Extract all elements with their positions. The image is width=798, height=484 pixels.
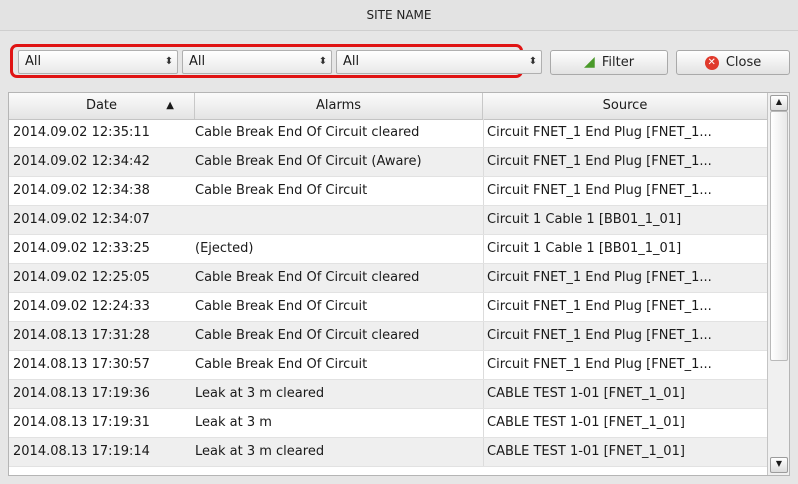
cell-alarm [195,206,481,234]
filter-select-1[interactable]: All ⬍ [18,50,178,74]
window-title: SITE NAME [0,0,798,31]
table-row[interactable]: 2014.09.02 12:24:33 Cable Break End Of C… [9,293,767,322]
column-header-date-label: Date [85,98,118,113]
cell-date: 2014.09.02 12:34:38 [13,183,150,198]
table-row[interactable]: 2014.09.02 12:33:25 (Ejected) Circuit 1 … [9,235,767,264]
cell-date: 2014.08.13 17:31:28 [13,328,150,343]
table-header: Date ▲ Alarms Source [9,93,767,120]
filter-select-1-value: All [25,54,42,69]
cell-alarm: Cable Break End Of Circuit [195,183,368,198]
cell-date: 2014.09.02 12:33:25 [13,241,150,256]
cell-source: Circuit FNET_1 End Plug [FNET_1... [483,351,765,379]
close-circle-icon: ✕ [704,55,719,70]
alarm-table: Date ▲ Alarms Source 2014.09.02 12:35:11… [8,92,790,476]
table-row[interactable]: 2014.08.13 17:19:36 Leak at 3 m cleared … [9,380,767,409]
sort-ascending-icon: ▲ [166,100,174,111]
cell-source: Circuit FNET_1 End Plug [FNET_1... [483,177,765,205]
updown-arrows-icon: ⬍ [318,56,328,67]
cell-alarm: Leak at 3 m [195,415,272,430]
filter-button-label: Filter [601,55,635,70]
scroll-up-icon[interactable]: ▲ [770,95,788,111]
cell-alarm: Leak at 3 m cleared [195,444,325,459]
cell-alarm: Cable Break End Of Circuit cleared [195,328,420,343]
cell-source: CABLE TEST 1-01 [FNET_1_01] [483,438,765,466]
cell-date: 2014.09.02 12:25:05 [13,270,150,285]
cell-source: Circuit 1 Cable 1 [BB01_1_01] [483,235,765,263]
cell-alarm: Cable Break End Of Circuit [195,299,368,314]
cell-source: Circuit FNET_1 End Plug [FNET_1... [483,148,765,176]
vertical-scrollbar[interactable]: ▲ ▼ [767,93,789,475]
cell-alarm: Leak at 3 m cleared [195,386,325,401]
filter-select-2-value: All [189,54,206,69]
cell-alarm: Cable Break End Of Circuit cleared [195,125,420,140]
cell-source: Circuit FNET_1 End Plug [FNET_1... [483,322,765,350]
filter-select-3[interactable]: All ⬍ [336,50,542,74]
filter-toolbar: All ⬍ All ⬍ All ⬍ ◢ Filter ✕ Close [0,38,798,84]
cell-date: 2014.08.13 17:19:14 [13,444,150,459]
column-header-alarms-label: Alarms [315,98,362,113]
close-button[interactable]: ✕ Close [676,50,790,75]
column-header-date[interactable]: Date ▲ [9,93,195,119]
column-header-alarms[interactable]: Alarms [195,93,483,119]
cell-alarm: Cable Break End Of Circuit [195,357,368,372]
table-body: 2014.09.02 12:35:11 Cable Break End Of C… [9,119,767,467]
table-row[interactable]: 2014.09.02 12:34:38 Cable Break End Of C… [9,177,767,206]
filter-select-2[interactable]: All ⬍ [182,50,332,74]
table-row[interactable]: 2014.09.02 12:25:05 Cable Break End Of C… [9,264,767,293]
cell-date: 2014.09.02 12:34:42 [13,154,150,169]
table-row[interactable]: 2014.09.02 12:35:11 Cable Break End Of C… [9,119,767,148]
cell-source: Circuit FNET_1 End Plug [FNET_1... [483,293,765,321]
cell-date: 2014.08.13 17:19:31 [13,415,150,430]
close-button-label: Close [725,55,762,70]
filter-button[interactable]: ◢ Filter [550,50,668,75]
cell-date: 2014.08.13 17:30:57 [13,357,150,372]
funnel-icon: ◢ [583,54,595,70]
cell-source: Circuit FNET_1 End Plug [FNET_1... [483,119,765,147]
cell-source: CABLE TEST 1-01 [FNET_1_01] [483,380,765,408]
filter-select-3-value: All [343,54,360,69]
table-row[interactable]: 2014.08.13 17:30:57 Cable Break End Of C… [9,351,767,380]
scrollbar-thumb[interactable] [770,111,788,361]
cell-date: 2014.08.13 17:19:36 [13,386,150,401]
table-row[interactable]: 2014.08.13 17:19:31 Leak at 3 m CABLE TE… [9,409,767,438]
cell-alarm: Cable Break End Of Circuit cleared [195,270,420,285]
cell-alarm: Cable Break End Of Circuit (Aware) [195,154,422,169]
cell-date: 2014.09.02 12:35:11 [13,125,150,140]
cell-date: 2014.09.02 12:24:33 [13,299,150,314]
column-header-source[interactable]: Source [483,93,767,119]
table-row[interactable]: 2014.08.13 17:19:14 Leak at 3 m cleared … [9,438,767,467]
table-row[interactable]: 2014.09.02 12:34:07 Circuit 1 Cable 1 [B… [9,206,767,235]
cell-source: CABLE TEST 1-01 [FNET_1_01] [483,409,765,437]
updown-arrows-icon: ⬍ [528,56,538,67]
cell-source: Circuit 1 Cable 1 [BB01_1_01] [483,206,765,234]
cell-source: Circuit FNET_1 End Plug [FNET_1... [483,264,765,292]
cell-date: 2014.09.02 12:34:07 [13,212,150,227]
table-row[interactable]: 2014.09.02 12:34:42 Cable Break End Of C… [9,148,767,177]
updown-arrows-icon: ⬍ [164,56,174,67]
cell-alarm: (Ejected) [195,241,254,256]
column-header-source-label: Source [602,98,648,113]
scroll-down-icon[interactable]: ▼ [770,457,788,473]
table-row[interactable]: 2014.08.13 17:31:28 Cable Break End Of C… [9,322,767,351]
